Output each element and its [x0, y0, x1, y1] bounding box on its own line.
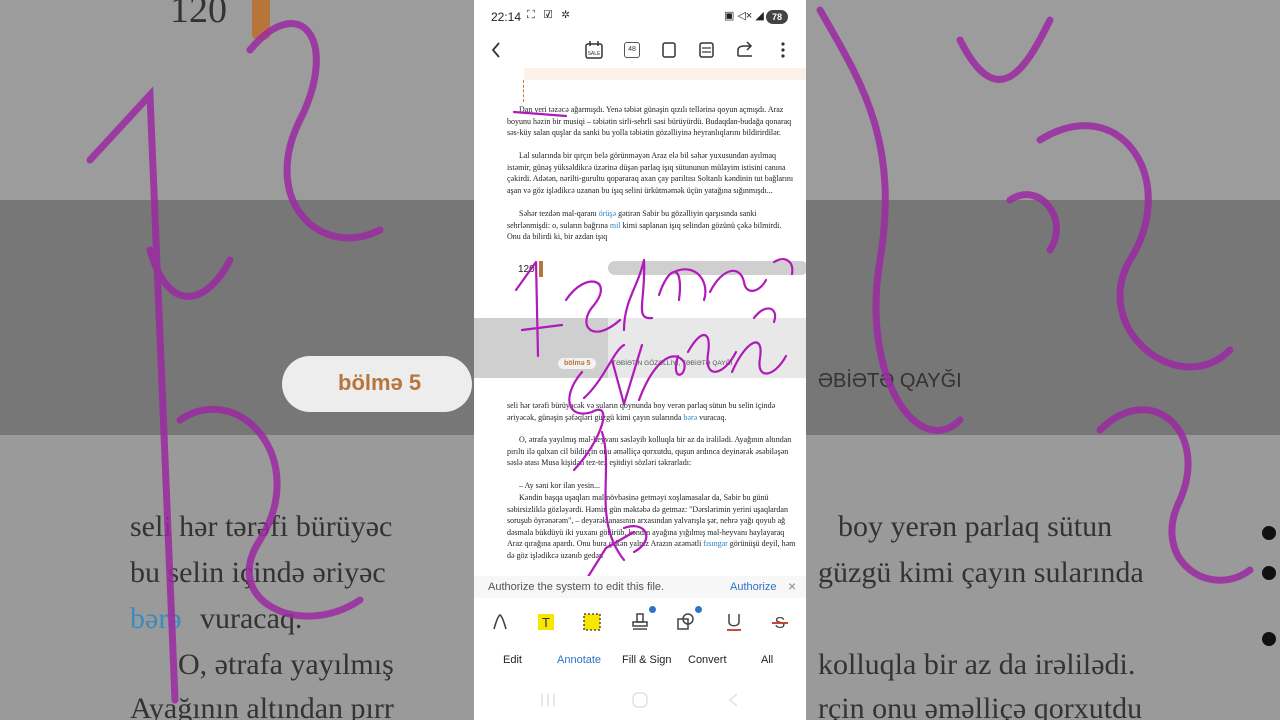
text-paragraph: seli hər tərəfi bürüyəcək və suların qoy… [507, 400, 797, 423]
system-nav-bar [474, 682, 806, 720]
authorize-message: Authorize the system to edit this file. [488, 581, 665, 593]
back-button[interactable] [488, 38, 504, 62]
top-toolbar: SALE 48 [474, 34, 806, 68]
new-badge [649, 606, 656, 613]
share-button[interactable] [735, 38, 755, 62]
pen-tool-button[interactable] [490, 612, 510, 632]
close-icon[interactable]: × [788, 578, 796, 594]
status-bar: 22:14 ⛶ ☑ ✲ ▣ ◁× ◢ 78 [474, 0, 806, 34]
stamp-icon [632, 613, 648, 630]
more-button[interactable] [776, 38, 790, 62]
glossary-link[interactable]: fısıngar [703, 539, 727, 548]
page-header-band [524, 68, 806, 80]
glossary-link[interactable]: bərə [683, 413, 697, 422]
glossary-link[interactable]: mil [610, 221, 621, 230]
text-run: Səhər tezdən mal-qaranı [519, 209, 597, 218]
system-icons: ▣ ◁× ◢ [724, 10, 764, 22]
recents-icon [541, 694, 555, 706]
tab-edit[interactable]: Edit [503, 654, 522, 666]
area-highlight-button[interactable] [582, 612, 602, 632]
underline-tool-button[interactable] [724, 612, 744, 632]
tab-all[interactable]: All [761, 654, 773, 666]
page-footer-bar [608, 261, 806, 275]
strikethrough-tool-button[interactable]: S [770, 612, 790, 632]
more-vertical-icon [781, 42, 785, 58]
notification-icons: ⛶ ☑ ✲ [527, 9, 573, 21]
underline-icon [727, 614, 741, 631]
home-icon [632, 692, 648, 708]
bottom-tab-bar: Edit Annotate Fill & Sign Convert All [474, 642, 806, 682]
text-run: seli hər tərəfi bürüyəcək və suların qoy… [507, 401, 776, 422]
tab-annotate[interactable]: Annotate [557, 654, 601, 666]
tab-convert[interactable]: Convert [688, 654, 727, 666]
strikethrough-icon: S [772, 615, 788, 632]
annotation-toolbar: T S [474, 604, 806, 642]
calendar-label: SALE [588, 51, 601, 57]
section-pill: bölmə 5 [558, 358, 597, 369]
authorize-button[interactable]: Authorize [730, 581, 776, 593]
stamp-tool-button[interactable] [630, 606, 656, 632]
text-paragraph: O, ətrafa yayılmış mal-heyvanı səsləyib … [507, 435, 792, 468]
phone-screen: 22:14 ⛶ ☑ ✲ ▣ ◁× ◢ 78 SALE 48 Dan yeri t… [474, 0, 806, 720]
calendar-button[interactable]: SALE [584, 38, 604, 62]
calendar-sale-icon: SALE [585, 41, 603, 59]
single-page-icon [662, 42, 676, 58]
text-paragraph: Kəndin başqa uşaqları mal növbəsinə getm… [507, 492, 797, 562]
highlight-text-icon: T [538, 614, 554, 630]
new-badge [695, 606, 702, 613]
share-icon [737, 41, 753, 57]
shapes-tool-button[interactable] [676, 606, 702, 632]
layout-button[interactable] [698, 38, 716, 62]
text-paragraph: – Ay səni kor ilan yesin... [519, 481, 601, 490]
page-margin-marker [523, 80, 524, 102]
back-nav-icon [728, 693, 738, 707]
nav-buttons [541, 692, 738, 708]
glossary-link[interactable]: örüşə [599, 209, 616, 218]
layout-icon [699, 42, 714, 58]
text-run: vuracaq. [699, 412, 727, 422]
highlight-text-button[interactable]: T [536, 612, 556, 632]
text-paragraph: Səhər tezdən mal-qaranı örüşə gətirən Sa… [507, 208, 797, 243]
chevron-left-icon [491, 42, 500, 58]
svg-text:T: T [542, 615, 550, 630]
shapes-icon [677, 613, 694, 630]
battery-icon: 78 [766, 10, 788, 24]
text-paragraph: Dan yeri təzəcə ağarmışdı. Yenə təbiət g… [507, 105, 792, 138]
page-number-marker [539, 261, 543, 277]
tab-fill-sign[interactable]: Fill & Sign [622, 654, 672, 666]
page-count-button[interactable]: 48 [624, 42, 640, 58]
page-view-button[interactable] [661, 38, 677, 62]
page-number: 120 [518, 264, 535, 275]
area-highlight-icon [583, 613, 601, 631]
text-paragraph: Lal sularında bir qırçın belə görünməyən… [507, 151, 794, 195]
page-gap-shadow [474, 318, 608, 378]
section-title: TƏBİƏTİN GÖZƏLLİYİ, TƏBİƏTƏ QAYĞI [612, 360, 733, 367]
pen-icon [493, 614, 507, 630]
authorize-banner: Authorize the system to edit this file. … [474, 576, 806, 598]
document-viewer[interactable]: Dan yeri təzəcə ağarmışdı. Yenə təbiət g… [474, 68, 806, 578]
status-time: 22:14 [491, 10, 522, 24]
